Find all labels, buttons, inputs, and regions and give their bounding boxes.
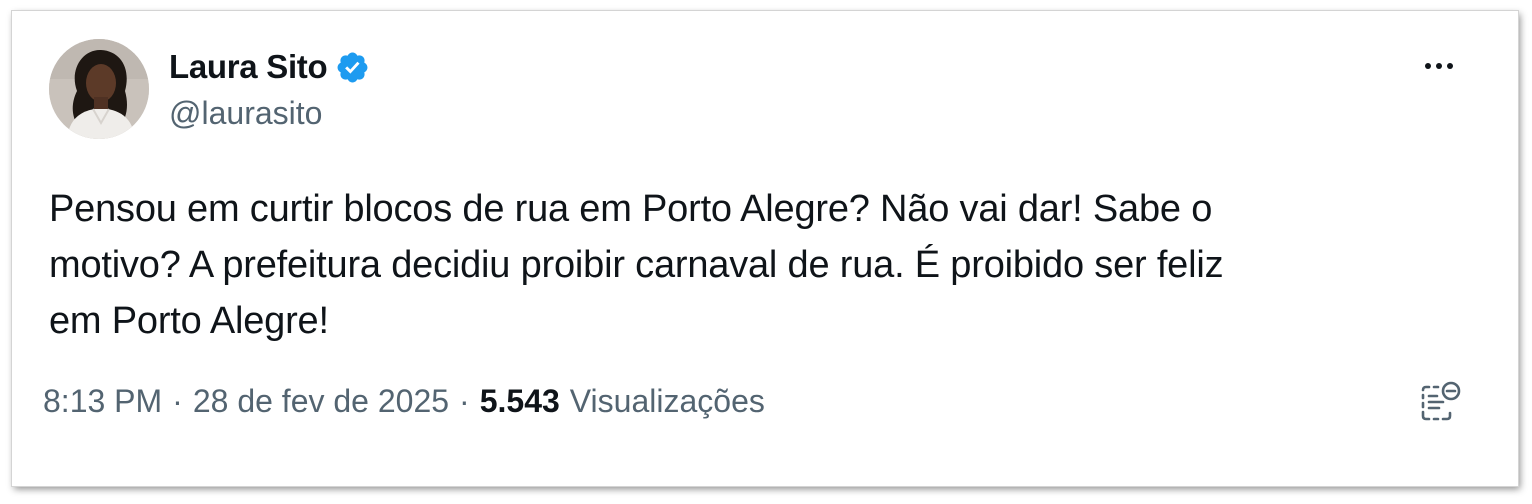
tweet-text-line: em Porto Alegre!: [49, 300, 329, 342]
author-name-row: Laura Sito: [169, 45, 370, 89]
tweet-time[interactable]: 8:13 PM: [43, 383, 162, 420]
views-count: 5.543: [479, 383, 560, 419]
verified-badge-icon: [337, 52, 368, 82]
profile-photo-icon: [49, 39, 149, 139]
tweet-card: Laura Sito @laurasito Pensou em curtir b…: [12, 11, 1518, 486]
more-options-button[interactable]: [1417, 53, 1461, 79]
tweet-date[interactable]: 28 de fev de 2025: [193, 383, 449, 420]
tweet-text-line: Pensou em curtir blocos de rua em Porto …: [49, 188, 1213, 230]
views-label: Visualizações: [569, 383, 765, 419]
tweet-text-line: motivo? A prefeitura decidiu proibir car…: [49, 244, 1224, 286]
community-notes-icon[interactable]: [1417, 379, 1463, 425]
author-handle[interactable]: @laurasito: [169, 95, 322, 132]
meta-separator: ·: [459, 383, 470, 419]
tweet-text: Pensou em curtir blocos de rua em Porto …: [49, 181, 1469, 349]
avatar[interactable]: [49, 39, 149, 139]
more-options-icon: [1425, 63, 1453, 69]
meta-separator: ·: [172, 383, 183, 419]
author-display-name[interactable]: Laura Sito: [169, 48, 328, 86]
tweet-meta: 8:13 PM · 28 de fev de 2025 · 5.543 Visu…: [43, 383, 765, 420]
